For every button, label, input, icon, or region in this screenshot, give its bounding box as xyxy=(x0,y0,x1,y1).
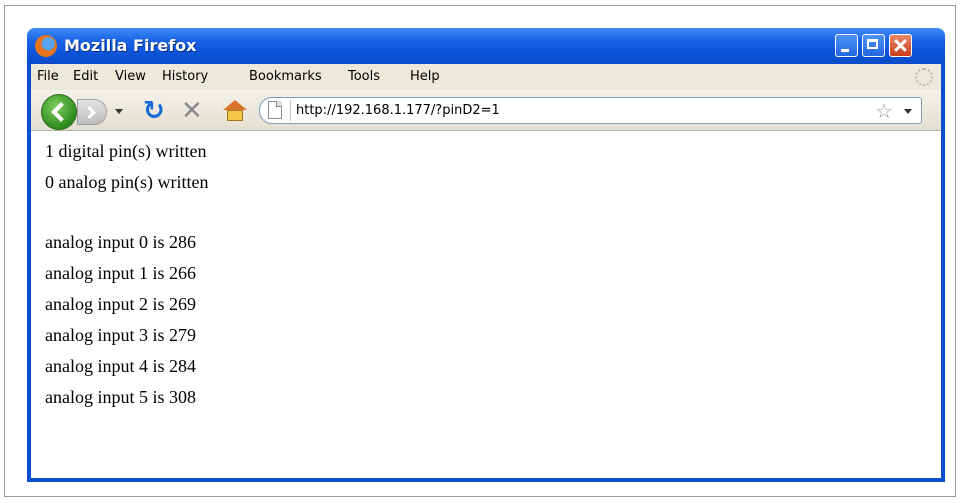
stop-icon[interactable]: ✕ xyxy=(181,96,203,126)
analog-input-line: analog input 0 is 286 xyxy=(45,232,196,252)
forward-icon[interactable] xyxy=(77,99,107,125)
url-text[interactable]: http://192.168.1.177/?pinD2=1 xyxy=(296,103,500,118)
analog-input-line: analog input 2 is 269 xyxy=(45,294,196,314)
home-roof xyxy=(223,100,247,110)
throbber-icon xyxy=(915,68,933,86)
analog-input-line: analog input 1 is 266 xyxy=(45,263,196,283)
window-title: Mozilla Firefox xyxy=(64,36,197,55)
menu-history[interactable]: History xyxy=(162,69,208,84)
browser-window: Mozilla Firefox File Edit View History B… xyxy=(27,28,945,482)
page-content: 1 digital pin(s) written 0 analog pin(s)… xyxy=(31,131,941,478)
url-dropdown-icon[interactable] xyxy=(904,109,912,114)
analog-input-line: analog input 5 is 308 xyxy=(45,387,196,407)
home-icon[interactable] xyxy=(223,100,247,122)
firefox-logo-icon xyxy=(35,35,57,57)
menu-tools[interactable]: Tools xyxy=(348,69,380,84)
minimize-button[interactable] xyxy=(835,34,858,57)
back-icon[interactable] xyxy=(41,94,77,130)
history-dropdown-icon[interactable] xyxy=(115,109,123,114)
digital-pins-line: 1 digital pin(s) written xyxy=(45,141,207,161)
title-bar[interactable]: Mozilla Firefox xyxy=(27,28,945,64)
reload-icon[interactable]: ↻ xyxy=(143,96,165,126)
analog-input-line: analog input 4 is 284 xyxy=(45,356,196,376)
analog-input-line: analog input 3 is 279 xyxy=(45,325,196,345)
close-button[interactable] xyxy=(889,34,912,57)
menu-file[interactable]: File xyxy=(37,69,59,84)
menu-edit[interactable]: Edit xyxy=(73,69,98,84)
menu-bookmarks[interactable]: Bookmarks xyxy=(249,69,322,84)
url-bar[interactable]: http://192.168.1.177/?pinD2=1 ☆ xyxy=(259,97,922,124)
analog-pins-line: 0 analog pin(s) written xyxy=(45,172,209,192)
home-body xyxy=(227,110,243,121)
menu-bar: File Edit View History Bookmarks Tools H… xyxy=(31,64,941,90)
page-icon xyxy=(268,101,282,119)
menu-view[interactable]: View xyxy=(115,69,146,84)
bookmark-star-icon[interactable]: ☆ xyxy=(875,99,893,123)
browser-chrome: File Edit View History Bookmarks Tools H… xyxy=(31,64,941,478)
menu-help[interactable]: Help xyxy=(410,69,440,84)
url-separator xyxy=(290,100,291,121)
maximize-button[interactable] xyxy=(862,34,885,57)
navigation-toolbar: ↻ ✕ http://192.168.1.177/?pinD2=1 ☆ xyxy=(31,90,941,131)
